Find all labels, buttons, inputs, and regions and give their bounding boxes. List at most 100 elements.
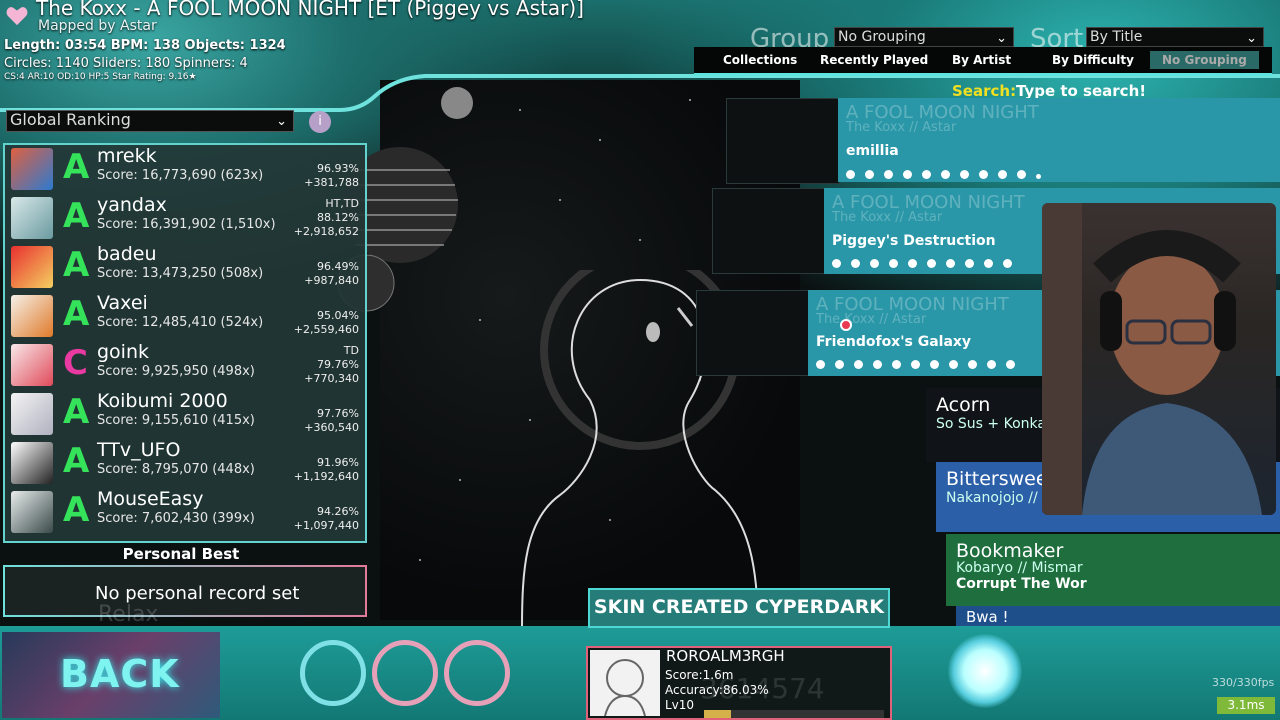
tab-recently-played[interactable]: Recently Played bbox=[820, 53, 928, 67]
back-button-label: BACK bbox=[60, 652, 180, 696]
leaderboard-row[interactable]: A mrekk Score: 16,773,690 (623x) 96.93% … bbox=[7, 145, 365, 194]
difficulty-name: Friendofox's Galaxy bbox=[816, 334, 972, 350]
beatmap-panel[interactable]: Bwa ! bbox=[956, 606, 1280, 626]
score-diff: +1,097,440 bbox=[293, 519, 359, 532]
info-icon[interactable]: i bbox=[309, 111, 331, 133]
stats-objects: Circles: 1140 Sliders: 180 Spinners: 4 bbox=[4, 56, 248, 71]
tab-no-grouping[interactable]: No Grouping bbox=[1150, 51, 1259, 69]
player-score: Score: 7,602,430 (399x) bbox=[97, 511, 255, 526]
player-name: goink bbox=[97, 341, 150, 363]
score-diff: +2,559,460 bbox=[293, 323, 359, 336]
relax-watermark: Relax bbox=[98, 602, 159, 627]
ranking-dropdown-value: Global Ranking bbox=[10, 110, 131, 129]
player-name: MouseEasy bbox=[97, 488, 204, 510]
leaderboard-row[interactable]: A MouseEasy Score: 7,602,430 (399x) 94.2… bbox=[7, 488, 365, 537]
mode-button[interactable] bbox=[300, 640, 366, 706]
beatmap-panel[interactable]: Bookmaker Kobaryo // Mismar Corrupt The … bbox=[946, 534, 1280, 606]
avatar bbox=[590, 650, 660, 717]
difficulty-name: Corrupt The Wor bbox=[956, 576, 1087, 592]
player-score: Score: 8,795,070 (448x) bbox=[97, 462, 255, 477]
sort-dropdown-value: By Title bbox=[1090, 29, 1143, 45]
player-level: Lv10 bbox=[665, 698, 695, 712]
skin-banner-text: SKIN CREATED CYPERDARK bbox=[593, 596, 885, 618]
star-rating-dots bbox=[846, 164, 1051, 179]
mods: TD bbox=[343, 344, 359, 357]
chevron-down-icon: ⌄ bbox=[996, 31, 1007, 46]
leaderboard-row[interactable]: A TTv_UFO Score: 8,795,070 (448x) 91.96%… bbox=[7, 439, 365, 488]
tab-collections[interactable]: Collections bbox=[723, 53, 797, 67]
random-button[interactable] bbox=[444, 640, 510, 706]
leaderboard-row[interactable]: A badeu Score: 13,473,250 (508x) 96.49% … bbox=[7, 243, 365, 292]
level-progress-bar bbox=[704, 710, 884, 718]
avatar bbox=[11, 442, 53, 484]
player-score: Score: 9,925,950 (498x) bbox=[97, 364, 255, 379]
player-name: ROROALM3RGH bbox=[666, 647, 785, 665]
leaderboard-row[interactable]: A yandax Score: 16,391,902 (1,510x) HT,T… bbox=[7, 194, 365, 243]
beatmap-difficulty-panel[interactable]: A FOOL MOON NIGHT The Koxx // Astar emil… bbox=[838, 98, 1280, 182]
song-title: The Koxx - A FOOL MOON NIGHT [ET (Piggey… bbox=[36, 0, 584, 20]
star-rating-dots bbox=[832, 253, 1022, 268]
grade-icon: A bbox=[63, 441, 90, 481]
accuracy: 88.12% bbox=[317, 211, 359, 224]
accuracy: 96.49% bbox=[317, 260, 359, 273]
personal-best-label: Personal Best bbox=[122, 545, 240, 563]
avatar bbox=[11, 393, 53, 435]
stats-difficulty: CS:4 AR:10 OD:10 HP:5 Star Rating: 9.16★ bbox=[4, 72, 197, 82]
heart-icon[interactable] bbox=[6, 6, 28, 26]
player-score: Score: 12,485,410 (524x) bbox=[97, 315, 264, 330]
level-progress-fill bbox=[704, 710, 731, 718]
beatmap-title: Bwa ! bbox=[966, 608, 1009, 626]
beatmap-artist: Nakanojojo // bbox=[946, 490, 1038, 506]
personal-best-text: No personal record set bbox=[95, 583, 300, 604]
grade-icon: C bbox=[63, 343, 88, 383]
grade-icon: A bbox=[63, 196, 90, 236]
score-diff: +770,340 bbox=[304, 372, 359, 385]
player-name: badeu bbox=[97, 243, 157, 265]
cursor-icon bbox=[840, 319, 852, 331]
score-diff: +987,840 bbox=[304, 274, 359, 287]
streamer-webcam-image bbox=[1042, 203, 1262, 515]
accuracy: 79.76% bbox=[317, 358, 359, 371]
leaderboard-row[interactable]: A Vaxei Score: 12,485,410 (524x) 95.04% … bbox=[7, 292, 365, 341]
grade-icon: A bbox=[63, 147, 90, 187]
leaderboard-row[interactable]: C goink Score: 9,925,950 (498x) TD 79.76… bbox=[7, 341, 365, 390]
avatar bbox=[11, 344, 53, 386]
mods-button[interactable] bbox=[372, 640, 438, 706]
beatmap-artist: The Koxx // Astar bbox=[816, 312, 927, 327]
osu-cookie-button[interactable] bbox=[948, 634, 1022, 708]
group-dropdown-value: No Grouping bbox=[838, 29, 926, 45]
ranking-type-dropdown[interactable]: Global Ranking ⌄ bbox=[6, 110, 294, 132]
tab-by-difficulty[interactable]: By Difficulty bbox=[1052, 53, 1134, 67]
beatmap-artist: Kobaryo // Mismar bbox=[956, 560, 1083, 576]
player-name: mrekk bbox=[97, 145, 157, 167]
player-name: yandax bbox=[97, 194, 167, 216]
beatmap-artist: So Sus + Konka bbox=[936, 416, 1046, 432]
avatar bbox=[11, 491, 53, 533]
beatmap-title: Bittersweet bbox=[946, 468, 1055, 490]
sort-dropdown[interactable]: By Title ⌄ bbox=[1086, 27, 1264, 47]
difficulty-name: emillia bbox=[846, 143, 899, 159]
avatar bbox=[11, 246, 53, 288]
leaderboard-row[interactable]: A Koibumi 2000 Score: 9,155,610 (415x) 9… bbox=[7, 390, 365, 439]
score-diff: +381,788 bbox=[304, 176, 359, 189]
beatmap-title: Bookmaker bbox=[956, 540, 1064, 562]
webcam-overlay bbox=[1042, 203, 1276, 515]
beatmap-thumbnail bbox=[712, 188, 826, 274]
grade-icon: A bbox=[63, 490, 90, 530]
grade-icon: A bbox=[63, 245, 90, 285]
avatar bbox=[11, 197, 53, 239]
frametime-badge: 3.1ms bbox=[1217, 697, 1275, 714]
group-dropdown[interactable]: No Grouping ⌄ bbox=[834, 27, 1014, 47]
score-diff: +360,540 bbox=[304, 421, 359, 434]
player-score: Score: 16,773,690 (623x) bbox=[97, 168, 264, 183]
tab-by-artist[interactable]: By Artist bbox=[952, 53, 1011, 67]
mods: HT,TD bbox=[325, 197, 359, 210]
mapper-text: Mapped by Astar bbox=[38, 18, 157, 34]
player-score: Score: 9,155,610 (415x) bbox=[97, 413, 255, 428]
score-diff: +2,918,652 bbox=[293, 225, 359, 238]
beatmap-thumbnail bbox=[696, 290, 810, 376]
player-name: TTv_UFO bbox=[97, 439, 181, 461]
accuracy: 96.93% bbox=[317, 162, 359, 175]
accuracy: 97.76% bbox=[317, 407, 359, 420]
player-name: Vaxei bbox=[97, 292, 148, 314]
